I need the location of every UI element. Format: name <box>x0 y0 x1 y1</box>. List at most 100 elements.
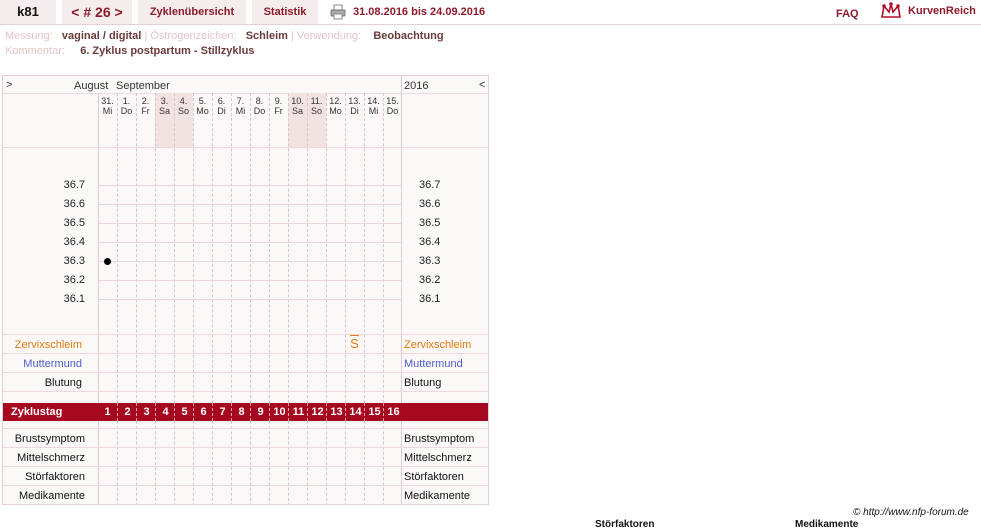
day-header: 2. Fr <box>136 96 155 116</box>
day-number: 3. <box>160 96 169 106</box>
oestrogen-value: Schleim <box>245 30 288 42</box>
day-gridline <box>155 421 156 504</box>
row-label-mittelschmerz-right: Mittelschmerz <box>404 452 472 464</box>
row-label-stoerfaktoren-right: Störfaktoren <box>404 471 464 483</box>
user-tab[interactable]: k81 <box>0 0 56 24</box>
day-gridline <box>345 421 346 504</box>
temp-tick-left: 36.2 <box>63 274 85 286</box>
zyklustag-cell: 3 <box>136 403 156 421</box>
temp-tick-right: 36.3 <box>419 255 441 267</box>
day-number: 14. <box>367 96 380 106</box>
header-divider <box>0 24 981 25</box>
row-label-muttermund-right: Muttermund <box>404 358 463 370</box>
row-label-medikamente: Medikamente <box>18 490 85 502</box>
temp-tick-left: 36.4 <box>63 236 85 248</box>
day-header: 12. Mo <box>326 96 345 116</box>
zyklustag-cell: 6 <box>193 403 213 421</box>
kommentar-value: 6. Zyklus postpartum - Stillzyklus <box>80 45 255 57</box>
day-header: 6. Di <box>212 96 231 116</box>
day-gridline <box>193 93 194 403</box>
temp-gridline <box>98 185 402 186</box>
temp-tick-left: 36.1 <box>63 293 85 305</box>
day-gridline <box>117 93 118 403</box>
temp-gridline <box>98 299 402 300</box>
temp-gridline <box>98 242 402 243</box>
day-number: 11. <box>310 96 323 106</box>
zyklustag-cell: 4 <box>155 403 175 421</box>
day-weekday: So <box>177 106 189 116</box>
temp-gridline <box>98 204 402 205</box>
zyklustag-label: Zyklustag <box>11 406 63 418</box>
logo-text[interactable]: KurvenReich <box>908 5 976 17</box>
crown-logo-icon <box>880 2 902 20</box>
day-gridline <box>250 93 251 403</box>
zyklustag-cell: 2 <box>117 403 137 421</box>
day-number: 1. <box>122 96 131 106</box>
temperature-point[interactable] <box>104 257 111 265</box>
row-label-brustsymptom-right: Brustsymptom <box>404 433 475 445</box>
day-gridline <box>212 93 213 403</box>
day-weekday: Mo <box>196 106 209 116</box>
day-number: 7. <box>236 96 245 106</box>
zyklustag-cell: 16 <box>383 403 403 421</box>
temp-tick-right: 36.6 <box>419 198 441 210</box>
day-weekday: Di <box>350 106 359 116</box>
zyklustag-cell: 1 <box>104 406 111 418</box>
zyklustag-cell: 12 <box>307 403 327 421</box>
zyklustag-cell: 15 <box>364 403 384 421</box>
temp-tick-right: 36.2 <box>419 274 441 286</box>
day-gridline <box>269 421 270 504</box>
day-number: 9. <box>274 96 283 106</box>
zyklustag-cell: 10 <box>269 403 289 421</box>
copyright: © http://www.nfp-forum.de <box>853 507 969 518</box>
day-weekday: Sa <box>291 106 303 116</box>
messung-value: vaginal / digital <box>61 30 142 42</box>
day-gridline <box>364 421 365 504</box>
day-header: 31. Mi <box>98 96 117 116</box>
day-weekday: Di <box>217 106 226 116</box>
zyklustag-cell: 9 <box>250 403 270 421</box>
day-header: 13. Di <box>345 96 364 116</box>
day-gridline <box>193 421 194 504</box>
chart-nav-right[interactable]: < <box>479 79 485 91</box>
day-number: 10. <box>291 96 304 106</box>
day-weekday: Mi <box>235 106 246 116</box>
cycle-nav[interactable]: < # 26 > <box>62 0 132 24</box>
faq-link[interactable]: FAQ <box>836 8 859 20</box>
tab-zyklenuebersicht[interactable]: Zyklenübersicht <box>138 0 246 24</box>
day-weekday: Fr <box>141 106 150 116</box>
day-number: 8. <box>255 96 264 106</box>
row-label-muttermund: Muttermund <box>23 358 82 370</box>
day-weekday: Mi <box>102 106 113 116</box>
temp-tick-right: 36.5 <box>419 217 441 229</box>
day-weekday: Sa <box>158 106 170 116</box>
zervixschleim-mark[interactable]: S <box>345 334 364 353</box>
oestrogen-label: Östrogenzeichen: <box>150 30 237 42</box>
day-gridline <box>307 93 308 403</box>
day-gridline <box>307 421 308 504</box>
day-number: 6. <box>217 96 226 106</box>
tab-statistik[interactable]: Statistik <box>252 0 318 24</box>
day-header: 9. Fr <box>269 96 288 116</box>
day-gridline <box>136 93 137 403</box>
chart-nav-left[interactable]: > <box>6 79 12 91</box>
day-gridline <box>326 421 327 504</box>
day-gridline <box>250 421 251 504</box>
messung-label: Messung: <box>5 30 53 42</box>
day-weekday: Do <box>120 106 133 116</box>
day-header: 15. Do <box>383 96 402 116</box>
temp-gridline <box>98 280 402 281</box>
print-icon[interactable] <box>330 4 346 20</box>
day-gridline <box>288 421 289 504</box>
zyklustag-cell: 5 <box>174 403 194 421</box>
kommentar-label: Kommentar: <box>5 45 65 57</box>
row-label-blutung: Blutung <box>44 377 82 389</box>
verwendung-label: Verwendung: <box>296 30 362 42</box>
day-gridline <box>212 421 213 504</box>
row-label-zervixschleim-right: Zervixschleim <box>404 339 472 351</box>
day-gridline <box>269 93 270 403</box>
temp-gridline <box>98 223 402 224</box>
day-gridline <box>155 93 156 403</box>
temp-tick-left: 36.7 <box>63 179 85 191</box>
day-header: 7. Mi <box>231 96 250 116</box>
